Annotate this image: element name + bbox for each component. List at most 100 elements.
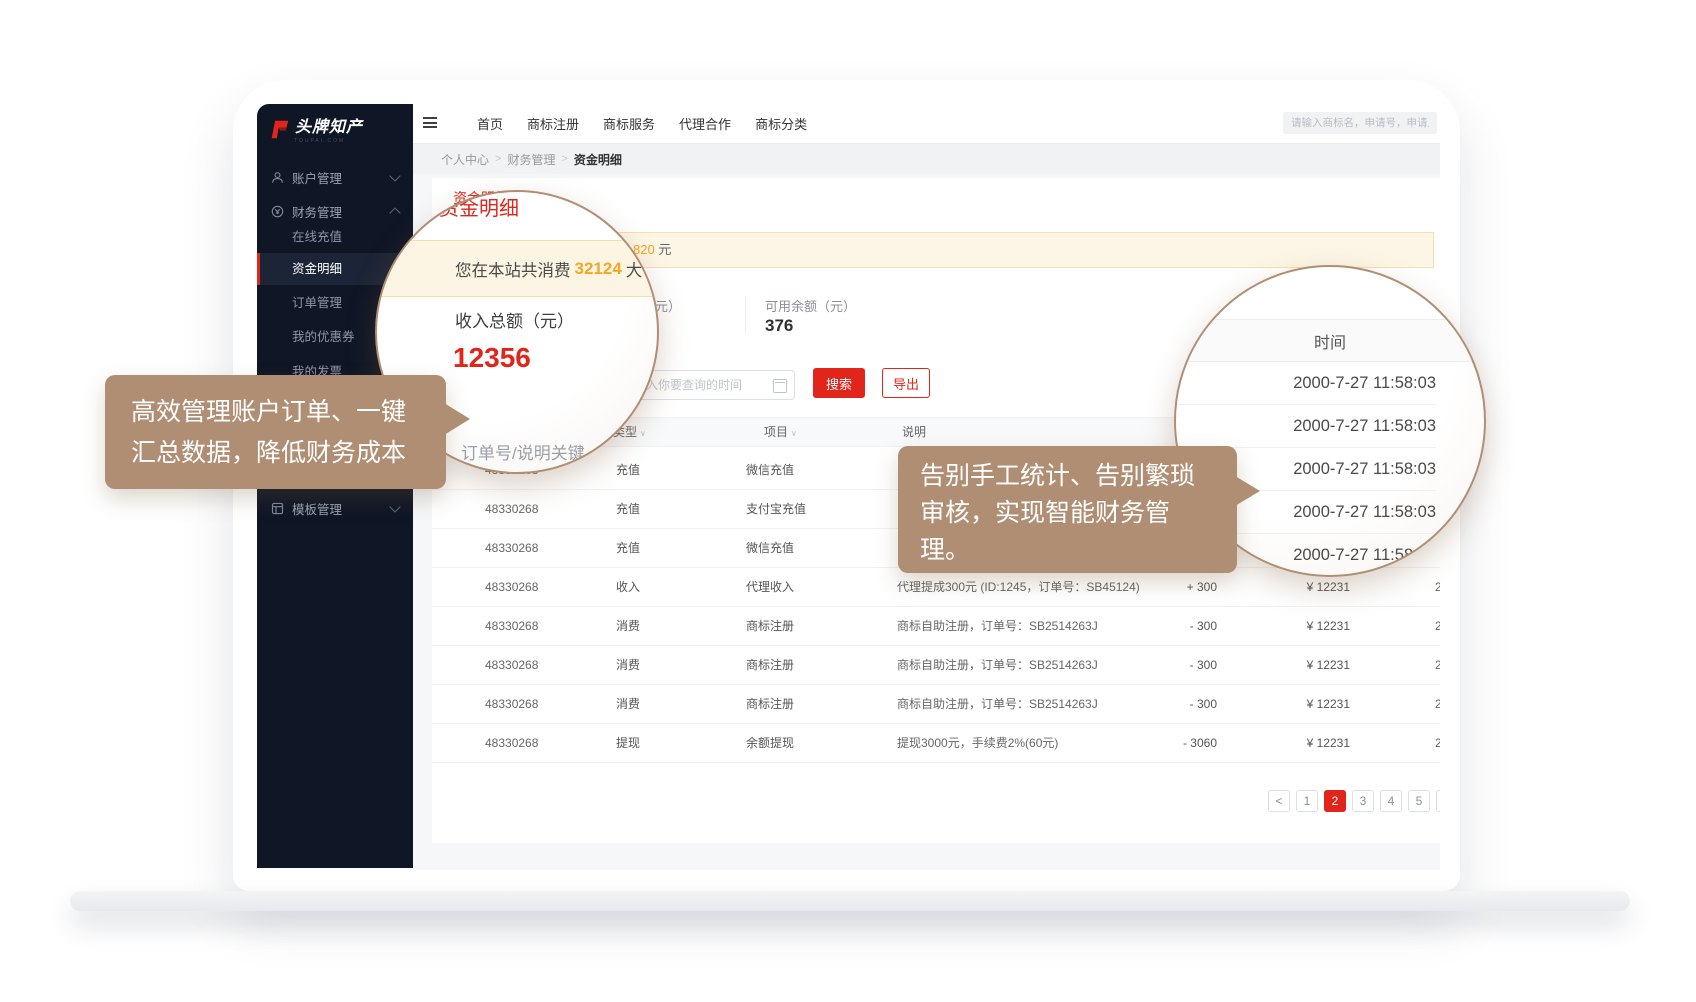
chevron-up-icon — [389, 207, 400, 218]
nav-item[interactable]: 商标注册 — [527, 114, 579, 133]
table-row: 48330268 消费 商标注册 商标自助注册，订单号：SB2514263J -… — [432, 646, 1440, 685]
cell-order-number: 48330268 — [485, 607, 538, 645]
hamburger-icon[interactable] — [423, 117, 437, 128]
cell-time: 2000-7-27 11:58:03 — [1435, 724, 1440, 762]
chevron-down-icon — [389, 501, 400, 512]
cell-order-number: 48330268 — [485, 685, 538, 723]
nav-item[interactable]: 商标分类 — [755, 114, 807, 133]
cell-project: 微信充值 — [746, 529, 794, 567]
cell-amount: - 300 — [1190, 685, 1217, 723]
cell-balance: ¥ 12231 — [1307, 607, 1350, 645]
cell-balance: ¥ 12231 — [1307, 724, 1350, 762]
cell-description: 商标自助注册，订单号：SB2514263J — [897, 607, 1098, 645]
cell-order-number: 48330268 — [485, 568, 538, 606]
available-balance-value: 376 — [765, 316, 793, 336]
page-button[interactable]: < — [1268, 790, 1290, 812]
cell-project: 商标注册 — [746, 685, 794, 723]
cell-order-number: 48330268 — [485, 490, 538, 528]
callout-text: 高效管理账户订单、一键 — [131, 392, 446, 433]
table-row: 48330268 提现 余额提现 提现3000元，手续费2%(60元) - 30… — [432, 724, 1440, 763]
page-button[interactable]: 4 — [1380, 790, 1402, 812]
page-button[interactable]: > — [1436, 790, 1440, 812]
cell-time: 2000-7-27 11:58:03 — [1435, 646, 1440, 684]
cell-type: 充值 — [616, 529, 640, 567]
breadcrumb-item-current: 资金明细 — [574, 151, 622, 168]
callout-right: 告别手工统计、告别繁琐 审核，实现智能财务管 理。 — [898, 446, 1237, 573]
sidebar-item-label: 模板管理 — [292, 499, 342, 518]
calendar-icon[interactable] — [773, 379, 787, 393]
cell-project: 微信充值 — [746, 451, 794, 489]
callout-arrow — [444, 403, 470, 435]
nav-item[interactable]: 首页 — [477, 114, 503, 133]
breadcrumb-separator: > — [495, 153, 501, 165]
page-button[interactable]: 1 — [1296, 790, 1318, 812]
logo-tagline: TOUPAI.COM — [294, 138, 345, 144]
nav-item[interactable]: 商标服务 — [603, 114, 655, 133]
callout-text: 汇总数据，降低财务成本 — [131, 433, 446, 474]
available-balance-label: 可用余额（元） — [765, 296, 856, 315]
search-input[interactable] — [1283, 112, 1437, 134]
sidebar-item-label: 财务管理 — [292, 202, 342, 221]
nav-item[interactable]: 代理合作 — [679, 114, 731, 133]
cell-project: 商标注册 — [746, 646, 794, 684]
cell-project: 代理收入 — [746, 568, 794, 606]
top-navbar: 首页 商标注册 商标服务 代理合作 商标分类 — [413, 104, 1440, 144]
income-total-value: 12356 — [453, 342, 531, 374]
table-row: 48330268 消费 商标注册 商标自助注册，订单号：SB2514263J -… — [432, 607, 1440, 646]
breadcrumb-item[interactable]: 个人中心 — [441, 151, 489, 168]
nav-menu: 首页 商标注册 商标服务 代理合作 商标分类 — [477, 104, 807, 143]
breadcrumb-item[interactable]: 财务管理 — [507, 151, 555, 168]
logo-text: 头牌知产 — [295, 117, 363, 139]
cell-type: 提现 — [616, 724, 640, 762]
magnified-card-title: 资金明细 — [439, 192, 519, 221]
cell-order-number: 48330268 — [485, 646, 538, 684]
search-button[interactable]: 搜索 — [813, 368, 865, 398]
magnified-column-header: 订单号/说明关键 — [461, 439, 585, 464]
cell-type: 消费 — [616, 607, 640, 645]
cell-type: 消费 — [616, 685, 640, 723]
laptop-base — [70, 891, 1630, 911]
cell-type: 收入 — [616, 568, 640, 606]
column-header-project[interactable]: 项目∨ — [764, 418, 797, 446]
pagination: <12345 > — [1268, 790, 1440, 812]
cell-type: 充值 — [616, 451, 640, 489]
callout-arrow — [1235, 476, 1260, 506]
chevron-down-icon — [389, 170, 400, 181]
cell-time: 2000-7-27 11:58:03 — [1435, 607, 1440, 645]
sidebar-item-label: 账户管理 — [292, 168, 342, 187]
cell-amount: - 3060 — [1183, 724, 1217, 762]
page-button[interactable]: 2 — [1324, 790, 1346, 812]
laptop-mockup: 头牌知产 TOUPAI.COM 账户管理 财务管理 在线充值 资金明细 订单管理 — [0, 0, 1696, 1002]
stat-divider — [745, 296, 746, 332]
export-button[interactable]: 导出 — [882, 368, 930, 398]
template-icon — [270, 501, 285, 516]
cell-description: 商标自助注册，订单号：SB2514263J — [897, 685, 1098, 723]
page-button[interactable]: 3 — [1352, 790, 1374, 812]
cell-type: 消费 — [616, 646, 640, 684]
logo-icon — [269, 119, 290, 145]
time-value: 2000-7-27 11:58:03 — [1176, 362, 1436, 405]
callout-text: 告别手工统计、告别繁琐 — [920, 458, 1237, 495]
cell-amount: - 300 — [1190, 646, 1217, 684]
callout-left: 高效管理账户订单、一键 汇总数据，降低财务成本 — [105, 375, 446, 489]
cell-description: 商标自助注册，订单号：SB2514263J — [897, 646, 1098, 684]
cell-project: 余额提现 — [746, 724, 794, 762]
cell-balance: ¥ 12231 — [1307, 685, 1350, 723]
cell-description: 提现3000元，手续费2%(60元) — [897, 724, 1058, 762]
table-row: 48330268 消费 商标注册 商标自助注册，订单号：SB2514263J -… — [432, 685, 1440, 724]
cell-order-number: 48330268 — [485, 529, 538, 567]
sidebar-item-template[interactable]: 模板管理 — [257, 491, 413, 525]
time-value: 2000-7-27 11:58:03 — [1176, 405, 1436, 448]
cell-description: 代理提成300元 (ID:1245，订单号：SB45124) — [897, 568, 1140, 606]
sidebar-item-account[interactable]: 账户管理 — [257, 160, 413, 194]
sort-caret-icon: ∨ — [791, 429, 797, 438]
magnified-banner: 您在本站共消费32124 大 — [375, 240, 659, 297]
income-total-label: 收入总额（元） — [455, 307, 574, 332]
breadcrumb: 个人中心 > 财务管理 > 资金明细 — [413, 144, 1440, 174]
sort-caret-icon: ∨ — [640, 429, 646, 438]
column-header-desc: 说明 — [902, 418, 926, 446]
page-button[interactable]: 5 — [1408, 790, 1430, 812]
user-icon — [270, 170, 285, 185]
cell-order-number: 48330268 — [485, 724, 538, 762]
cell-balance: ¥ 12231 — [1307, 646, 1350, 684]
